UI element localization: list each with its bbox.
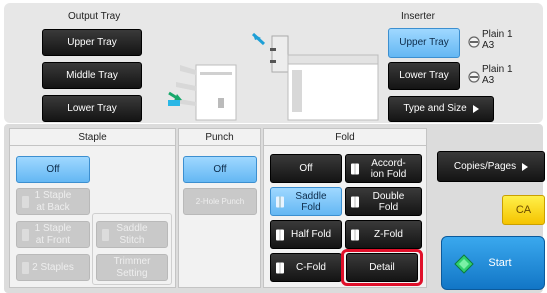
saddle-fold-icon (276, 196, 284, 207)
upper-paper-type: Plain 1 (482, 29, 513, 40)
output-lower-tray-button[interactable]: Lower Tray (42, 95, 142, 122)
staple-icon (22, 261, 29, 274)
staple-off-button[interactable]: Off (16, 156, 90, 183)
detail-button[interactable]: Detail (346, 253, 418, 282)
half-fold-icon (276, 229, 284, 240)
lower-paper-type: Plain 1 (482, 64, 513, 75)
staple-two-label: 2 Staples (32, 261, 74, 273)
copies-pages-label: Copies/Pages (453, 160, 517, 172)
inserter-lower-tray-button[interactable]: Lower Tray (388, 62, 460, 90)
start-button[interactable]: Start (441, 236, 545, 290)
arrow-right-icon (472, 105, 479, 113)
staple-one-front-label: 1 Staple at Front (34, 222, 72, 246)
clear-all-button[interactable]: CA (502, 195, 545, 225)
c-fold-button[interactable]: C-Fold (270, 253, 342, 282)
staple-icon (22, 195, 29, 208)
c-fold-label: C-Fold (295, 261, 326, 273)
paper-icon (468, 36, 480, 48)
staple-two-button[interactable]: 2 Staples (16, 254, 90, 281)
z-fold-icon (351, 229, 359, 240)
saddle-stitch-label: Saddle Stitch (116, 222, 148, 246)
staple-one-front-button[interactable]: 1 Staple at Front (16, 221, 90, 248)
arrow-right-icon (522, 162, 529, 171)
paper-icon (468, 71, 480, 83)
saddle-fold-label: Saddle Fold (295, 190, 327, 213)
double-fold-label: Double Fold (372, 190, 405, 213)
saddle-fold-button[interactable]: Saddle Fold (270, 187, 342, 216)
accordion-fold-label: Accord- ion Fold (370, 157, 407, 180)
staple-one-back-button[interactable]: 1 Staple at Back (16, 188, 90, 215)
lower-paper-info: Plain 1 A3 (482, 64, 513, 86)
upper-paper-info: Plain 1 A3 (482, 29, 513, 51)
staple-header: Staple (10, 129, 175, 146)
machine-illustration (168, 32, 379, 121)
lower-paper-size: A3 (482, 75, 495, 86)
type-and-size-button[interactable]: Type and Size (388, 96, 494, 122)
start-label: Start (488, 257, 512, 269)
staple-one-back-label: 1 Staple at Back (34, 189, 72, 213)
inserter-upper-tray-button[interactable]: Upper Tray (388, 28, 460, 58)
punch-off-button[interactable]: Off (183, 156, 257, 183)
fold-header: Fold (264, 129, 426, 146)
accordion-fold-icon (351, 163, 359, 174)
z-fold-label: Z-Fold (374, 228, 403, 240)
output-middle-tray-button[interactable]: Middle Tray (42, 62, 142, 89)
start-icon (454, 254, 474, 274)
copies-pages-button[interactable]: Copies/Pages (437, 151, 545, 182)
half-fold-button[interactable]: Half Fold (270, 220, 342, 249)
c-fold-icon (276, 262, 284, 273)
saddle-stitch-button[interactable]: Saddle Stitch (96, 221, 168, 248)
output-tray-title: Output Tray (68, 11, 121, 22)
punch-header: Punch (179, 129, 260, 146)
fold-off-button[interactable]: Off (270, 154, 342, 183)
two-hole-punch-button[interactable]: 2-Hole Punch (183, 188, 257, 215)
type-and-size-label: Type and Size (403, 103, 467, 114)
staple-icon (22, 228, 29, 241)
half-fold-label: Half Fold (290, 228, 331, 240)
z-fold-button[interactable]: Z-Fold (345, 220, 422, 249)
inserter-title: Inserter (401, 11, 435, 22)
upper-paper-size: A3 (482, 40, 495, 51)
output-upper-tray-button[interactable]: Upper Tray (42, 29, 142, 56)
accordion-fold-button[interactable]: Accord- ion Fold (345, 154, 422, 183)
double-fold-button[interactable]: Double Fold (345, 187, 422, 216)
trimmer-setting-button[interactable]: Trimmer Setting (96, 254, 168, 281)
saddle-stitch-icon (102, 228, 109, 241)
double-fold-icon (351, 196, 359, 207)
